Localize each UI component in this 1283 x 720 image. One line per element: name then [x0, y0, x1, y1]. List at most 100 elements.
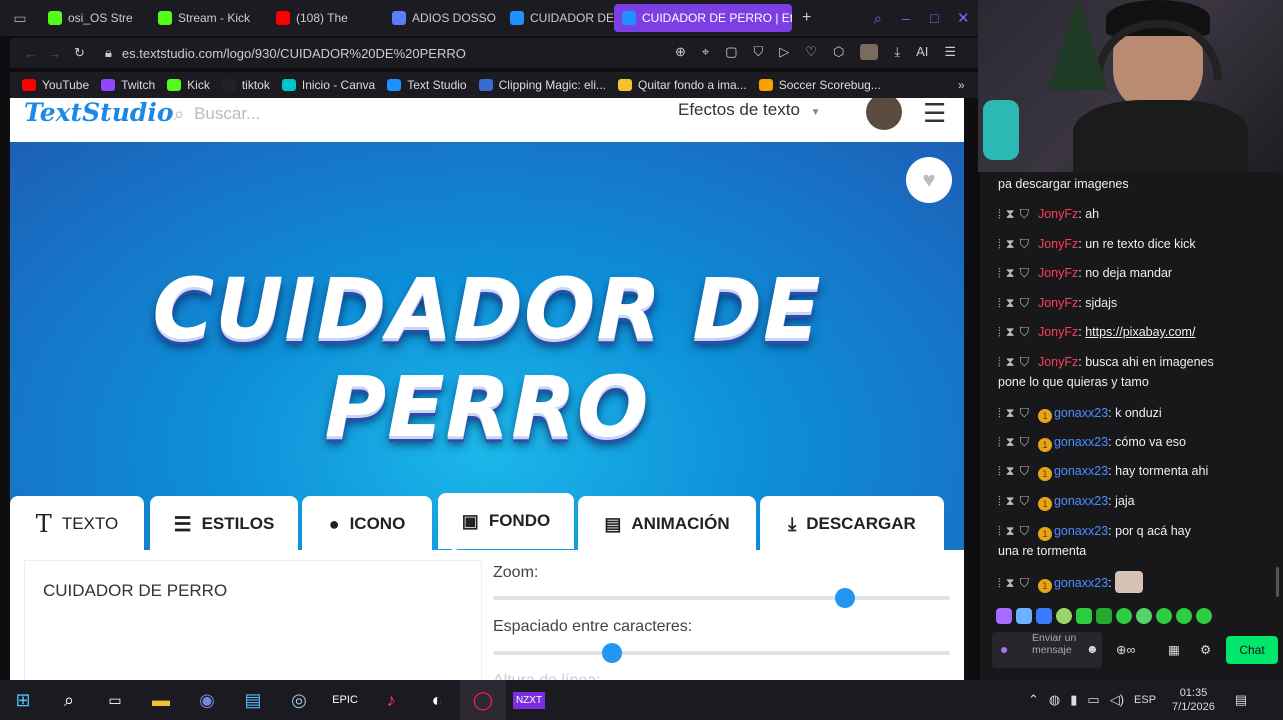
- task-view-button[interactable]: ▭: [92, 680, 138, 720]
- chat-username[interactable]: JonyFz: [1038, 296, 1078, 310]
- site-logo[interactable]: TextStudio: [24, 98, 174, 127]
- sub-badge-icon[interactable]: 1: [1037, 527, 1052, 541]
- mod-badges-icon[interactable]: ⦙⧗⛉: [998, 494, 1034, 508]
- clock[interactable]: 01:35 7/1/2026: [1172, 686, 1215, 714]
- browser-tab[interactable]: Stream - Kick: [150, 4, 268, 32]
- network-icon[interactable]: ▭: [1087, 692, 1099, 708]
- mod-badges-icon[interactable]: ⦙⧗⛉: [998, 207, 1034, 221]
- sub-badge-icon[interactable]: 1: [1037, 438, 1052, 452]
- mod-badges-icon[interactable]: ⦙⧗⛉: [998, 237, 1034, 251]
- chat-username[interactable]: gonaxx23: [1054, 435, 1108, 449]
- browser-tab[interactable]: ADIOS DOSSO: [384, 4, 502, 32]
- more-bookmarks-icon[interactable]: »: [958, 78, 965, 92]
- chat-username[interactable]: JonyFz: [1038, 237, 1078, 251]
- chat-username[interactable]: gonaxx23: [1054, 494, 1108, 508]
- notifications-icon[interactable]: ▤: [1235, 692, 1247, 708]
- text-input[interactable]: CUIDADOR DE PERRO: [24, 560, 482, 680]
- emote-icon[interactable]: [1056, 608, 1072, 624]
- mod-badges-icon[interactable]: ⦙⧗⛉: [998, 524, 1034, 538]
- chat-username[interactable]: JonyFz: [1038, 325, 1078, 339]
- bookmark-item[interactable]: Clipping Magic: eli...: [478, 78, 606, 92]
- file-explorer-button[interactable]: ▬: [138, 680, 184, 720]
- bookmark-item[interactable]: Inicio - Canva: [281, 78, 375, 92]
- pin-icon[interactable]: ⌖: [702, 44, 709, 60]
- bookmark-item[interactable]: Twitch: [101, 78, 155, 92]
- emote-icon[interactable]: [1176, 608, 1192, 624]
- close-window-button[interactable]: ✕: [957, 9, 970, 27]
- profile-icon[interactable]: [860, 44, 879, 60]
- chat-input[interactable]: ● Enviar un mensaje ☻: [992, 632, 1102, 668]
- chat-scrollbar[interactable]: [1276, 567, 1279, 597]
- tray-app-icon[interactable]: ◍: [1049, 692, 1060, 708]
- bookmark-item[interactable]: Text Studio: [387, 78, 467, 92]
- mod-badges-icon[interactable]: ⦙⧗⛉: [998, 325, 1034, 339]
- tab-menu-icon[interactable]: ▭: [0, 10, 40, 27]
- back-icon[interactable]: ←: [24, 46, 37, 61]
- store-icon[interactable]: ▦: [1168, 642, 1180, 657]
- bookmark-item[interactable]: Soccer Scorebug...: [758, 78, 881, 92]
- mod-badges-icon[interactable]: ⦙⧗⛉: [998, 266, 1034, 280]
- volume-icon[interactable]: ◁): [1110, 692, 1124, 708]
- language-indicator[interactable]: ESP: [1134, 694, 1156, 706]
- sub-badge-icon[interactable]: 1: [1037, 467, 1052, 481]
- chat-username[interactable]: JonyFz: [1038, 207, 1078, 221]
- browser-tab[interactable]: CUIDADOR DE: [502, 4, 614, 32]
- bookmark-item[interactable]: tiktok: [221, 78, 270, 92]
- tab-animacion[interactable]: ▤ ANIMACIÓN: [578, 496, 756, 552]
- reload-icon[interactable]: ↻: [74, 45, 85, 61]
- tray-overflow-icon[interactable]: ⌃: [1028, 692, 1039, 708]
- chat-username[interactable]: JonyFz: [1038, 355, 1078, 369]
- browser-tab[interactable]: osi_OS Stre: [40, 4, 150, 32]
- sub-badge-icon[interactable]: 1: [1037, 579, 1052, 593]
- chat-send-button[interactable]: Chat: [1226, 636, 1278, 664]
- chat-username[interactable]: gonaxx23: [1054, 524, 1108, 538]
- ai-button[interactable]: AI: [916, 44, 928, 60]
- sub-badge-icon[interactable]: 1: [1037, 497, 1052, 511]
- browser-tab[interactable]: CUIDADOR DE PERRO | Et: [614, 4, 792, 32]
- mod-badges-icon[interactable]: ⦙⧗⛉: [998, 355, 1034, 369]
- search-input[interactable]: Buscar...: [194, 104, 260, 124]
- store-button[interactable]: ▤: [230, 680, 276, 720]
- mic-icon[interactable]: ●: [1000, 641, 1008, 657]
- chat-username[interactable]: JonyFz: [1038, 266, 1078, 280]
- zoom-icon[interactable]: ⊕: [675, 44, 686, 60]
- steam-button[interactable]: ◎: [276, 680, 322, 720]
- forward-icon[interactable]: →: [48, 46, 61, 61]
- chat-text[interactable]: https://pixabay.com/: [1085, 325, 1195, 339]
- site-search[interactable]: ⌕ Buscar...: [160, 100, 660, 128]
- zoom-slider-handle[interactable]: [834, 588, 855, 608]
- emote-icon[interactable]: [1036, 608, 1052, 624]
- bookmark-item[interactable]: YouTube: [22, 78, 89, 92]
- mod-badges-icon[interactable]: ⦙⧗⛉: [998, 464, 1034, 478]
- emote-icon[interactable]: [1076, 608, 1092, 624]
- emote-icon[interactable]: [1016, 608, 1032, 624]
- tab-descargar[interactable]: ⤓ DESCARGAR: [760, 496, 944, 552]
- snapshot-icon[interactable]: ▢: [725, 44, 737, 60]
- chat-username[interactable]: gonaxx23: [1054, 576, 1108, 590]
- mod-badges-icon[interactable]: ⦙⧗⛉: [998, 296, 1034, 310]
- epic-games-button[interactable]: EPIC: [322, 680, 368, 720]
- settings-gear-icon[interactable]: ⚙: [1200, 642, 1211, 657]
- shield-icon[interactable]: ⛉: [754, 44, 764, 60]
- effects-dropdown[interactable]: Efectos de texto ▼: [678, 100, 821, 120]
- menu-icon[interactable]: ☰: [944, 44, 956, 60]
- obs-button[interactable]: ◐: [414, 680, 460, 720]
- url-field[interactable]: 🔒︎ es.textstudio.com/logo/930/CUIDADOR%2…: [105, 41, 645, 65]
- site-menu-icon[interactable]: ☰: [923, 98, 946, 129]
- chat-username[interactable]: gonaxx23: [1054, 464, 1108, 478]
- new-tab-button[interactable]: +: [802, 9, 811, 27]
- extensions-icon[interactable]: ⬡: [833, 44, 844, 60]
- search-tabs-icon[interactable]: ⌕: [874, 10, 882, 27]
- zoom-slider[interactable]: [493, 588, 950, 608]
- mod-badges-icon[interactable]: ⦙⧗⛉: [998, 435, 1034, 449]
- spacing-slider-handle[interactable]: [601, 643, 622, 663]
- heart-icon[interactable]: ♡: [805, 44, 817, 60]
- emote-icon[interactable]: [1096, 608, 1112, 624]
- tab-estilos[interactable]: ☰ ESTILOS: [150, 496, 298, 552]
- tab-icono[interactable]: ● ICONO: [302, 496, 432, 552]
- mod-badges-icon[interactable]: ⦙⧗⛉: [998, 576, 1034, 590]
- bookmark-item[interactable]: Kick: [167, 78, 210, 92]
- emote-icon[interactable]: [1196, 608, 1212, 624]
- tab-texto[interactable]: T TEXTO: [10, 496, 144, 552]
- search-taskbar-button[interactable]: ⌕: [46, 680, 92, 720]
